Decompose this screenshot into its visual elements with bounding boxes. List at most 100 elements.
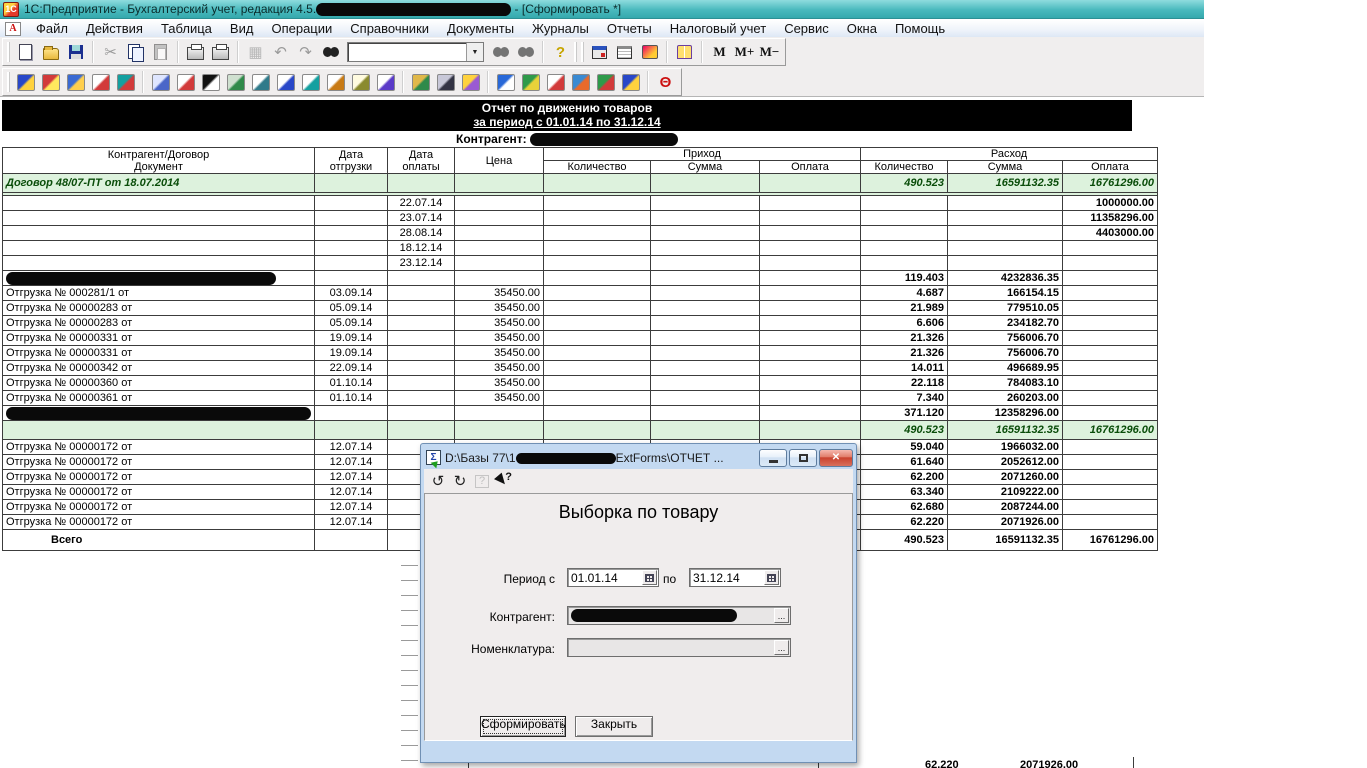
- toolbar-grip[interactable]: [7, 72, 10, 92]
- doc-list-icon[interactable]: [348, 70, 373, 94]
- chart-icon[interactable]: [373, 70, 398, 94]
- references-icon[interactable]: [63, 70, 88, 94]
- counterparty-input[interactable]: ...: [567, 606, 791, 625]
- text-insert-icon[interactable]: [298, 70, 323, 94]
- cell: [3, 226, 315, 241]
- table-row: Отгрузка № 00000361 от01.10.1435450.007.…: [3, 391, 1158, 406]
- menu-вид[interactable]: Вид: [221, 20, 263, 37]
- cell: [544, 286, 651, 301]
- print-icon[interactable]: [183, 40, 208, 64]
- cell: 11358296.00: [1063, 211, 1158, 226]
- cell: [1063, 316, 1158, 331]
- load-settings-icon[interactable]: ↺: [427, 471, 449, 491]
- col-header-price: Цена: [455, 148, 544, 174]
- find-combo-box[interactable]: ▼: [347, 42, 484, 62]
- help-doc-icon[interactable]: ?: [471, 471, 493, 491]
- web-update-icon[interactable]: [618, 70, 643, 94]
- monitor-query-icon[interactable]: [637, 40, 662, 64]
- menu-действия[interactable]: Действия: [77, 20, 152, 37]
- table-icon[interactable]: [148, 70, 173, 94]
- help-icon[interactable]: ?: [548, 40, 573, 64]
- toolbar-grip[interactable]: [581, 42, 584, 62]
- redo-icon[interactable]: ↷: [293, 40, 318, 64]
- dialog-close-button[interactable]: ✕: [819, 449, 853, 467]
- period-from-input[interactable]: 01.01.14: [567, 568, 659, 587]
- open-icon[interactable]: [38, 40, 63, 64]
- find-next-icon[interactable]: [488, 40, 513, 64]
- exit-icon[interactable]: Θ: [653, 70, 678, 94]
- nomenclature-input[interactable]: ...: [567, 638, 791, 657]
- copy-icon[interactable]: [123, 40, 148, 64]
- menu-файл[interactable]: Файл: [27, 20, 77, 37]
- undo-icon[interactable]: ↶: [268, 40, 293, 64]
- save-icon[interactable]: [63, 40, 88, 64]
- menu-отчеты[interactable]: Отчеты: [598, 20, 661, 37]
- convert-77-icon[interactable]: [568, 70, 593, 94]
- new-document-icon[interactable]: [13, 40, 38, 64]
- cell: [651, 331, 760, 346]
- menu-документы[interactable]: Документы: [438, 20, 523, 37]
- cell: [861, 211, 948, 226]
- cell: [651, 226, 760, 241]
- choose-nomenclature-button[interactable]: ...: [774, 640, 789, 655]
- dialog-maximize-button[interactable]: [789, 449, 817, 467]
- find-prev-icon[interactable]: [513, 40, 538, 64]
- memory-recall-button[interactable]: M: [707, 40, 732, 64]
- filter-icon[interactable]: [113, 70, 138, 94]
- camera-icon[interactable]: [433, 70, 458, 94]
- close-button[interactable]: Закрыть: [575, 716, 653, 737]
- counterparty-value-redaction: [571, 609, 737, 622]
- calendar-picker-icon[interactable]: [642, 570, 657, 585]
- period-to-input[interactable]: 31.12.14: [689, 568, 781, 587]
- cd-icon[interactable]: [458, 70, 483, 94]
- text-add-icon[interactable]: [273, 70, 298, 94]
- paste-icon[interactable]: [148, 40, 173, 64]
- print-preview-icon[interactable]: [208, 40, 233, 64]
- menu-таблица[interactable]: Таблица: [152, 20, 221, 37]
- document-mark-delete-icon[interactable]: [88, 70, 113, 94]
- globe-icon[interactable]: [493, 70, 518, 94]
- menu-сервис[interactable]: Сервис: [775, 20, 838, 37]
- user-monitor-icon[interactable]: [408, 70, 433, 94]
- calendar-date-icon[interactable]: [543, 70, 568, 94]
- accounts-book-icon[interactable]: [13, 70, 38, 94]
- memory-minus-button[interactable]: M−: [757, 40, 782, 64]
- table-row: Договор 48/07-ПТ от 18.07.2014490.523165…: [3, 174, 1158, 193]
- text-check-icon[interactable]: [323, 70, 348, 94]
- menu-справочники[interactable]: Справочники: [341, 20, 438, 37]
- menu-журналы[interactable]: Журналы: [523, 20, 598, 37]
- memory-plus-button[interactable]: M+: [732, 40, 757, 64]
- combo-dropdown-icon[interactable]: ▼: [466, 43, 483, 61]
- generate-button[interactable]: Сформировать: [480, 716, 566, 737]
- menu-налоговый-учет[interactable]: Налоговый учет: [661, 20, 775, 37]
- save-settings-icon[interactable]: ↻: [449, 471, 471, 491]
- cell: 119.403: [861, 271, 948, 286]
- text-doc-icon[interactable]: [248, 70, 273, 94]
- pattern-icon[interactable]: [198, 70, 223, 94]
- menu-помощь[interactable]: Помощь: [886, 20, 954, 37]
- calendar-icon[interactable]: [612, 40, 637, 64]
- guidebook-icon[interactable]: [672, 40, 697, 64]
- cut-icon[interactable]: ✂: [98, 40, 123, 64]
- menu-операции[interactable]: Операции: [262, 20, 341, 37]
- table-columns-icon[interactable]: [223, 70, 248, 94]
- exchange-icon[interactable]: [593, 70, 618, 94]
- cell: [455, 271, 544, 286]
- cell: 35450.00: [455, 331, 544, 346]
- locked-icon[interactable]: ▦: [243, 40, 268, 64]
- dialog-minimize-button[interactable]: [759, 449, 787, 467]
- choose-counterparty-button[interactable]: ...: [774, 608, 789, 623]
- find-icon[interactable]: [318, 40, 343, 64]
- cell: [1063, 271, 1158, 286]
- database-export-icon[interactable]: [518, 70, 543, 94]
- report-window-icon[interactable]: A: [5, 22, 21, 36]
- menu-окна[interactable]: Окна: [838, 20, 886, 37]
- toolbar-grip[interactable]: [7, 42, 10, 62]
- constructor-icon[interactable]: [38, 70, 63, 94]
- context-help-icon[interactable]: [493, 471, 515, 491]
- calculator-icon[interactable]: [587, 40, 612, 64]
- journal-icon[interactable]: [173, 70, 198, 94]
- toolbar-grip[interactable]: [574, 42, 577, 62]
- dialog-title-bar[interactable]: Σ D:\Базы 77\1ExtForms\ОТЧЕТ ... ✕: [424, 446, 853, 469]
- calendar-picker-icon[interactable]: [764, 570, 779, 585]
